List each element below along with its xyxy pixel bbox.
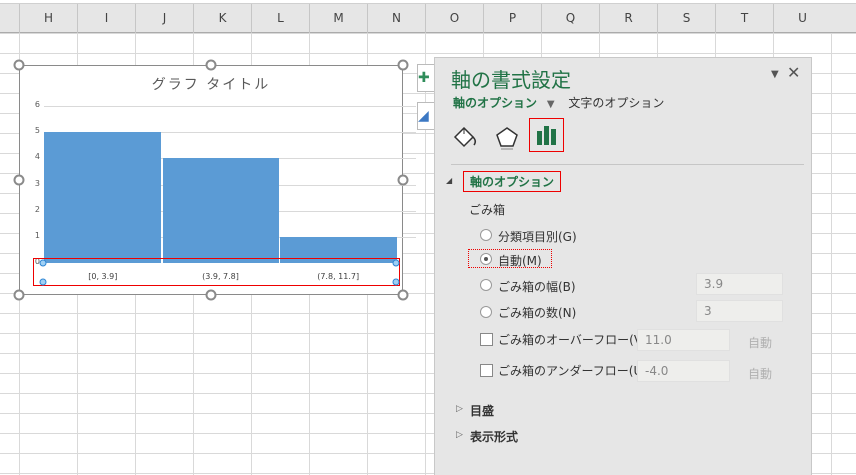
close-icon[interactable]: ✕: [787, 63, 800, 82]
overflow-input[interactable]: 11.0: [637, 329, 730, 351]
overflow-checkbox[interactable]: [480, 333, 493, 346]
pane-options-dropdown-icon[interactable]: ▼: [771, 69, 779, 80]
radio-bin-width-label[interactable]: ごみ箱の幅(B): [498, 278, 576, 295]
column-header-r[interactable]: R: [599, 4, 657, 33]
y-tick-label: 5: [34, 126, 40, 136]
overflow-auto-button[interactable]: 自動: [748, 334, 772, 351]
tab-text-options[interactable]: 文字のオプション: [568, 96, 664, 110]
axis-handle[interactable]: [39, 278, 47, 286]
underflow-input[interactable]: -4.0: [637, 360, 730, 382]
y-tick-label: 1: [34, 230, 40, 240]
column-header-i[interactable]: I: [77, 4, 135, 33]
brush-icon: ◢: [418, 108, 429, 124]
histogram-bar[interactable]: [162, 158, 280, 263]
column-header-p[interactable]: P: [483, 4, 541, 33]
overflow-label[interactable]: ごみ箱のオーバーフロー(V): [498, 331, 647, 348]
column-header-u[interactable]: U: [773, 4, 831, 33]
axis-handle[interactable]: [392, 259, 400, 267]
plus-icon: ✚: [418, 70, 430, 86]
resize-handle[interactable]: [13, 174, 25, 186]
histogram-bar[interactable]: [44, 132, 161, 263]
chart-title[interactable]: グラフ タイトル: [20, 74, 402, 94]
resize-handle[interactable]: [397, 289, 409, 301]
y-tick-label: 6: [34, 100, 40, 109]
format-axis-pane: 軸の書式設定 ▼ ✕ 軸のオプション ▼ 文字のオプション ◢ 軸のオプション …: [434, 57, 812, 475]
column-header-t[interactable]: T: [715, 4, 773, 33]
radio-by-category[interactable]: [480, 229, 492, 241]
bins-label: ごみ箱: [469, 203, 506, 217]
radio-auto-label[interactable]: 自動(M): [498, 252, 542, 269]
fill-line-icon[interactable]: [451, 123, 483, 155]
bin-width-input[interactable]: 3.9: [696, 273, 783, 295]
histogram-chart[interactable]: グラフ タイトル 0 1 2 3 4 5 6 [0, 3.9] (3.9, 7.8] (7.8, …: [19, 65, 416, 295]
column-header-h[interactable]: H: [19, 4, 77, 33]
section-number-format[interactable]: 表示形式: [470, 428, 518, 445]
bin-count-input[interactable]: 3: [696, 300, 783, 322]
resize-handle[interactable]: [205, 289, 217, 301]
pane-title: 軸の書式設定: [451, 68, 571, 92]
radio-bin-count-label[interactable]: ごみ箱の数(N): [498, 304, 576, 321]
radio-auto[interactable]: [480, 253, 492, 265]
expanded-triangle-icon: ◢: [446, 176, 453, 185]
axis-options-bar-chart-icon[interactable]: [529, 118, 564, 152]
underflow-auto-button[interactable]: 自動: [748, 365, 772, 382]
chart-styles-button[interactable]: ◢: [417, 102, 435, 130]
radio-by-category-label[interactable]: 分類項目別(G): [498, 228, 577, 245]
column-header-k[interactable]: K: [193, 4, 251, 33]
resize-handle[interactable]: [397, 174, 409, 186]
resize-handle[interactable]: [205, 59, 217, 71]
section-axis-options[interactable]: 軸のオプション: [463, 171, 562, 192]
collapsed-triangle-icon[interactable]: ▷: [456, 404, 463, 414]
effects-pentagon-icon[interactable]: [491, 123, 523, 155]
column-header-j[interactable]: J: [135, 4, 193, 33]
section-tick-marks[interactable]: 目盛: [470, 402, 494, 419]
y-tick-label: 4: [34, 152, 40, 162]
chart-elements-button[interactable]: ✚: [417, 64, 435, 92]
column-header-m[interactable]: M: [309, 4, 367, 33]
underflow-checkbox[interactable]: [480, 364, 493, 377]
tab-axis-options[interactable]: 軸のオプション: [453, 96, 537, 110]
y-tick-label: 3: [34, 178, 40, 188]
gridline: [44, 106, 416, 107]
radio-bin-width[interactable]: [480, 279, 492, 291]
column-header-q[interactable]: Q: [541, 4, 599, 33]
resize-handle[interactable]: [13, 289, 25, 301]
chevron-down-icon[interactable]: ▼: [547, 99, 555, 110]
horizontal-axis-selection[interactable]: [33, 258, 400, 286]
collapsed-triangle-icon[interactable]: ▷: [456, 430, 463, 440]
resize-handle[interactable]: [397, 59, 409, 71]
axis-handle[interactable]: [392, 278, 400, 286]
column-header-s[interactable]: S: [657, 4, 715, 33]
column-header-l[interactable]: L: [251, 4, 309, 33]
y-tick-label: 2: [34, 204, 40, 214]
divider: [451, 164, 804, 165]
axis-handle[interactable]: [39, 259, 47, 267]
column-header-o[interactable]: O: [425, 4, 483, 33]
radio-bin-count[interactable]: [480, 306, 492, 318]
column-header-n[interactable]: N: [367, 4, 425, 33]
column-headers: H I J K L M N O P Q R S T U: [0, 3, 856, 33]
resize-handle[interactable]: [13, 59, 25, 71]
underflow-label[interactable]: ごみ箱のアンダーフロー(U): [498, 362, 647, 379]
